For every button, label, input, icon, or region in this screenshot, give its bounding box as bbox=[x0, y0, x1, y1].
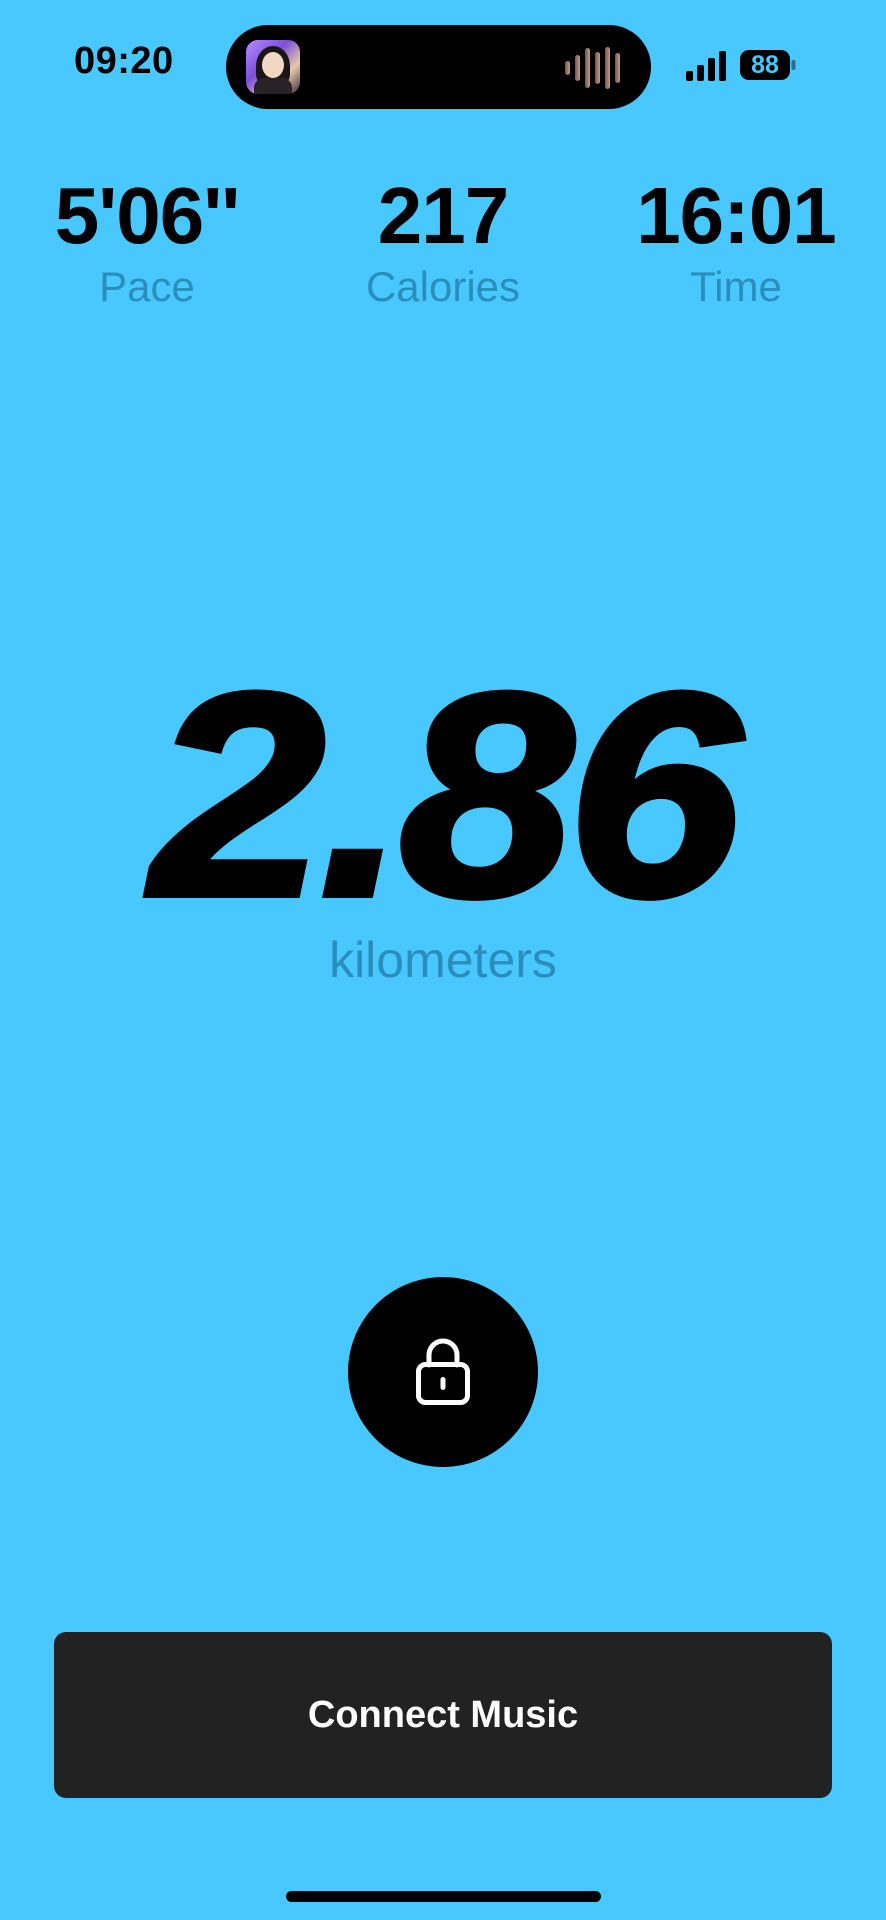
calories-stat: 217 Calories bbox=[313, 170, 573, 312]
cellular-signal-icon bbox=[686, 51, 726, 81]
status-time: 09:20 bbox=[74, 40, 174, 82]
home-indicator[interactable] bbox=[286, 1891, 601, 1902]
calories-value: 217 bbox=[377, 171, 509, 260]
dynamic-island[interactable] bbox=[226, 25, 651, 109]
pace-value: 5'06'' bbox=[54, 171, 241, 260]
time-label: Time bbox=[690, 263, 782, 310]
now-playing-artwork bbox=[246, 40, 300, 94]
time-stat: 16:01 Time bbox=[606, 170, 866, 312]
distance-value: 2.86 bbox=[148, 633, 745, 957]
connect-music-button[interactable]: Connect Music bbox=[54, 1632, 832, 1798]
lock-button[interactable] bbox=[348, 1277, 538, 1467]
workout-screen: 09:20 88 5'06'' Pace 217 Calories 16:01 … bbox=[0, 0, 886, 1920]
battery-level: 88 bbox=[751, 51, 779, 79]
pace-stat: 5'06'' Pace bbox=[17, 170, 277, 312]
pace-label: Pace bbox=[99, 263, 195, 310]
calories-label: Calories bbox=[365, 263, 521, 310]
audio-waveform-icon bbox=[565, 47, 620, 89]
distance-unit: kilometers bbox=[329, 932, 557, 988]
lock-icon bbox=[416, 1338, 470, 1405]
status-indicators: 88 bbox=[686, 47, 806, 83]
time-value: 16:01 bbox=[636, 171, 837, 260]
